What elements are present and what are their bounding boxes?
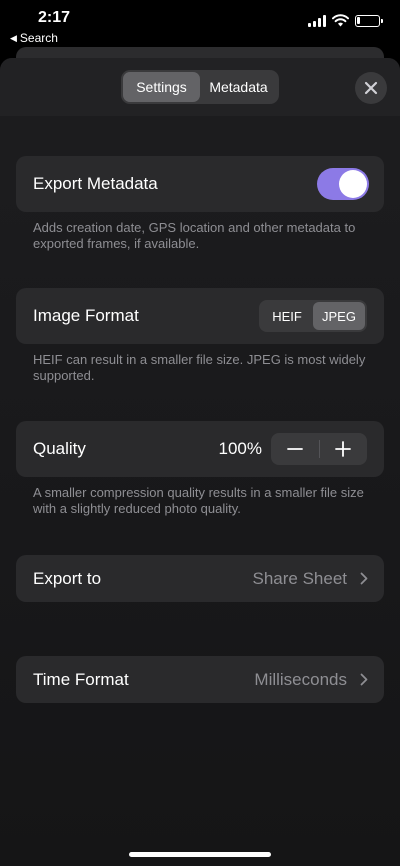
battery-level — [357, 16, 360, 24]
export-metadata-row: Export Metadata — [16, 156, 384, 212]
quality-row: Quality 100% — [16, 421, 384, 477]
back-to-search-link[interactable]: ◀ Search — [10, 31, 58, 45]
format-option-heif[interactable]: HEIF — [261, 302, 313, 330]
cellular-signal-icon — [308, 14, 326, 27]
sheet-header: Settings Metadata — [0, 58, 400, 116]
wifi-icon — [332, 14, 349, 27]
plus-icon — [335, 441, 352, 457]
image-format-label: Image Format — [33, 306, 139, 325]
image-format-row: Image Format HEIF JPEG — [16, 288, 384, 344]
quality-decrement-button[interactable] — [271, 433, 319, 465]
time-format-row[interactable]: Time Format Milliseconds — [16, 656, 384, 703]
quality-increment-button[interactable] — [320, 433, 368, 465]
tab-settings[interactable]: Settings — [123, 72, 200, 102]
tab-metadata[interactable]: Metadata — [200, 72, 277, 102]
export-metadata-label: Export Metadata — [33, 174, 158, 193]
export-metadata-toggle[interactable] — [317, 168, 369, 200]
settings-sheet: Settings Metadata Export Metadata Adds c… — [0, 58, 400, 866]
status-icons — [308, 14, 383, 27]
status-bar: 2:17 ◀ Search — [0, 0, 400, 50]
quality-label: Quality — [33, 439, 86, 458]
close-icon — [364, 81, 378, 95]
home-indicator[interactable] — [129, 852, 271, 857]
image-format-segmented-control: HEIF JPEG — [259, 300, 367, 332]
quality-stepper — [271, 433, 367, 465]
back-triangle-icon: ◀ — [10, 32, 17, 43]
quality-description: A smaller compression quality results in… — [33, 485, 364, 516]
close-button[interactable] — [355, 72, 387, 104]
toggle-knob — [339, 170, 367, 198]
status-time: 2:17 — [38, 9, 71, 26]
export-metadata-description: Adds creation date, GPS location and oth… — [33, 220, 356, 251]
export-to-value: Share Sheet — [252, 569, 347, 588]
time-format-value: Milliseconds — [254, 670, 347, 689]
minus-icon — [286, 448, 303, 450]
export-to-label: Export to — [33, 569, 102, 588]
image-format-description: HEIF can result in a smaller file size. … — [33, 352, 366, 383]
chevron-right-icon — [360, 673, 368, 686]
battery-icon — [355, 14, 383, 27]
format-option-jpeg[interactable]: JPEG — [313, 302, 365, 330]
export-to-row[interactable]: Export to Share Sheet — [16, 555, 384, 602]
settings-metadata-tabs: Settings Metadata — [121, 70, 279, 104]
chevron-right-icon — [360, 572, 368, 585]
time-format-label: Time Format — [33, 670, 129, 689]
quality-value: 100% — [218, 439, 262, 458]
back-label: Search — [19, 31, 58, 45]
